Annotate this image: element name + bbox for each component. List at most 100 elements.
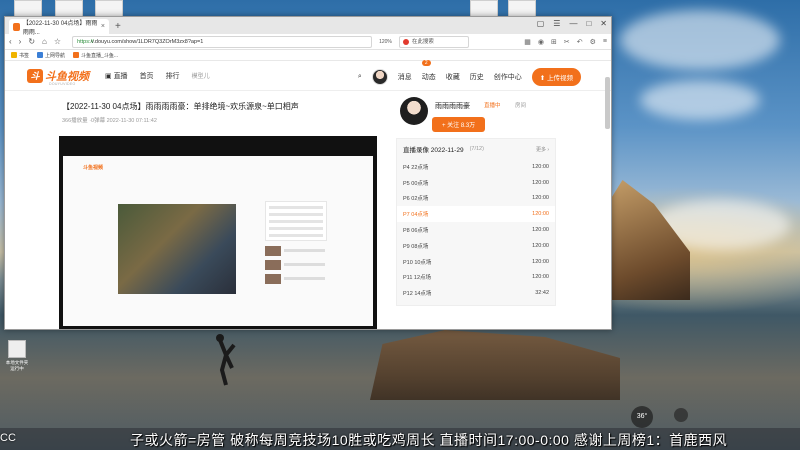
maximize-icon[interactable]: □	[586, 19, 591, 28]
tv-icon: ▣	[105, 72, 114, 80]
nested-site-logo: 斗鱼视频	[83, 165, 104, 171]
new-tab-button[interactable]: +	[115, 19, 121, 34]
toolbar-icons: ▦ ◉ ⊞ ✂ ↶ ⚙ ≡	[524, 38, 607, 46]
douyu-favicon-icon	[13, 22, 20, 31]
video-player[interactable]: 斗鱼视频	[59, 136, 377, 329]
close-window-icon[interactable]: ✕	[600, 19, 607, 28]
replay-item-label: P10 10点场	[403, 259, 432, 266]
replay-item[interactable]: P12 14点场 32:42	[397, 285, 555, 301]
replay-item-label: P5 00点场	[403, 180, 429, 187]
replay-item[interactable]: P11 12点场 120:00	[397, 270, 555, 286]
user-avatar[interactable]	[371, 69, 388, 85]
cut-icon[interactable]: ✂	[564, 38, 570, 46]
replay-item-duration: 120:00	[532, 179, 549, 186]
star-icon[interactable]: ☆	[54, 37, 61, 46]
replay-more-link[interactable]: 更多 ›	[536, 146, 549, 153]
temperature-widget[interactable]: 36°	[631, 406, 653, 428]
room-link[interactable]: 房间	[515, 101, 526, 109]
follow-button[interactable]: + 关注 8.3万	[432, 117, 486, 132]
tab-title: 【2022-11-30 04点场】雨雨雨雨...	[22, 20, 98, 36]
nested-stream-view	[118, 204, 236, 294]
person-silhouette	[216, 334, 236, 386]
tab-close-icon[interactable]: ×	[101, 23, 105, 30]
replay-item-duration: 32:42	[535, 290, 549, 297]
forward-icon[interactable]: ›	[19, 37, 22, 46]
bookmark-label: 上网导航	[45, 52, 66, 59]
main-content: 【2022-11-30 04点场】雨雨雨雨豪：单排绝境~欢乐源泉~单口相声 36…	[5, 91, 611, 329]
replay-item-label: P9 08点场	[403, 243, 429, 250]
extension-icon[interactable]: ▦	[524, 38, 531, 46]
search-icon[interactable]: ⌕	[358, 73, 362, 81]
undo-icon[interactable]: ↶	[577, 38, 583, 46]
streamer-avatar[interactable]	[400, 97, 428, 125]
replay-item-duration: 120:00	[532, 195, 549, 202]
back-icon[interactable]: ‹	[9, 37, 12, 46]
replay-item[interactable]: P5 00点场 120:00	[397, 175, 555, 191]
browser-search-input[interactable]: 在此搜索	[398, 35, 469, 48]
browser-tab[interactable]: 【2022-11-30 04点场】雨雨雨雨... ×	[9, 19, 109, 36]
tab-bar: 【2022-11-30 04点场】雨雨雨雨... × + ▢ ☰ — □ ✕	[5, 17, 611, 36]
browser-window: 【2022-11-30 04点场】雨雨雨雨... × + ▢ ☰ — □ ✕ ‹…	[4, 16, 612, 330]
replay-item[interactable]: P7 04点场 120:00	[397, 206, 555, 223]
nav-history[interactable]: 历史	[470, 72, 484, 82]
site-right-nav: ⌕ 消息 动态 2 收藏 历史 创作中心 ⬆ 上传视频	[358, 60, 581, 86]
arrow-icon[interactable]	[674, 408, 688, 422]
replay-item[interactable]: P10 10点场 120:00	[397, 254, 555, 270]
site-header: 斗 斗鱼视频 DOUYUVIDEO ▣ 直播 首页 排行 模型儿 ⌕ 消息 动态…	[5, 60, 611, 91]
home-icon[interactable]: ⌂	[42, 37, 47, 46]
replay-count: (7/12)	[469, 146, 484, 152]
skin-icon[interactable]: ☰	[553, 19, 560, 28]
bookmark-label: 书签	[19, 52, 30, 59]
translate-icon[interactable]: ◉	[538, 38, 544, 46]
dynamic-badge: 2	[421, 60, 431, 66]
logo-subtitle: DOUYUVIDEO	[49, 82, 76, 86]
minimize-icon[interactable]: —	[569, 19, 577, 28]
nav-messages[interactable]: 消息	[398, 72, 412, 82]
replay-item-label: P4 22点场	[403, 164, 429, 171]
upload-video-button[interactable]: ⬆ 上传视频	[531, 68, 581, 86]
nav-rank[interactable]: 排行	[166, 71, 180, 81]
replay-item-duration: 120:00	[532, 274, 549, 281]
page-scrollbar[interactable]	[605, 77, 610, 129]
nav-dynamic[interactable]: 动态	[422, 72, 436, 82]
replay-item[interactable]: P8 06点场 120:00	[397, 222, 555, 238]
app-icon	[8, 340, 26, 358]
cloud	[640, 80, 760, 120]
desktop-app-shortcut[interactable]: 本地文件夹 运行中	[4, 340, 30, 376]
nav-home[interactable]: 首页	[140, 71, 154, 81]
nav-creator[interactable]: 创作中心	[494, 72, 522, 82]
menu-icon[interactable]: ▢	[537, 19, 545, 28]
menu-lines-icon[interactable]: ≡	[603, 38, 607, 46]
streamer-name[interactable]: 雨雨雨雨豪	[435, 101, 470, 111]
replay-item[interactable]: P4 22点场 120:00	[397, 159, 555, 175]
nav-favorites[interactable]: 收藏	[446, 72, 460, 82]
nav-live[interactable]: ▣ 直播	[105, 71, 128, 81]
stream-ticker: CC 子或火箭=房管 破称每周竞技场10胜或吃鸡周长 直播时间17:00-0:0…	[0, 428, 800, 450]
bookmark-item[interactable]: 书签	[11, 52, 29, 59]
upload-icon: ⬆	[539, 75, 547, 82]
nav-model[interactable]: 模型儿	[192, 71, 210, 80]
replay-item[interactable]: P9 08点场 120:00	[397, 238, 555, 254]
zoom-level[interactable]: 120%	[379, 39, 392, 45]
replay-title: 直播录像 2022-11-29	[403, 147, 464, 154]
window-controls: ▢ ☰ — □ ✕	[537, 19, 607, 28]
refresh-icon[interactable]: ↻	[28, 37, 35, 46]
address-bar[interactable]: https:// v.douyu.com/show/1LDR7Q3ZOrM3zx…	[72, 35, 373, 48]
live-status[interactable]: 直播中	[484, 101, 501, 109]
grid-icon[interactable]: ⊞	[551, 38, 557, 46]
site-nav: ▣ 直播 首页 排行 模型儿	[105, 71, 210, 81]
bookmark-item[interactable]: 上网导航	[37, 52, 65, 59]
ticker-left-text: CC	[0, 432, 16, 444]
replay-item-label: P12 14点场	[403, 291, 432, 298]
video-title: 【2022-11-30 04点场】雨雨雨雨豪：单排绝境~欢乐源泉~单口相声	[62, 102, 299, 111]
replay-panel: 直播录像 2022-11-29 (7/12) 更多 › P4 22点场 120:0…	[396, 138, 556, 306]
replay-item[interactable]: P6 02点场 120:00	[397, 191, 555, 207]
settings-icon[interactable]: ⚙	[590, 38, 596, 46]
replay-item-duration: 120:00	[532, 227, 549, 234]
upload-label: 上传视频	[547, 75, 573, 82]
nested-recommend-list	[265, 246, 325, 288]
bookmark-item[interactable]: 斗鱼直播_斗鱼...	[73, 52, 118, 59]
nav-site-icon	[37, 52, 44, 58]
replay-item-label: P6 02点场	[403, 196, 429, 203]
bookmark-label: 斗鱼直播_斗鱼...	[81, 52, 118, 59]
